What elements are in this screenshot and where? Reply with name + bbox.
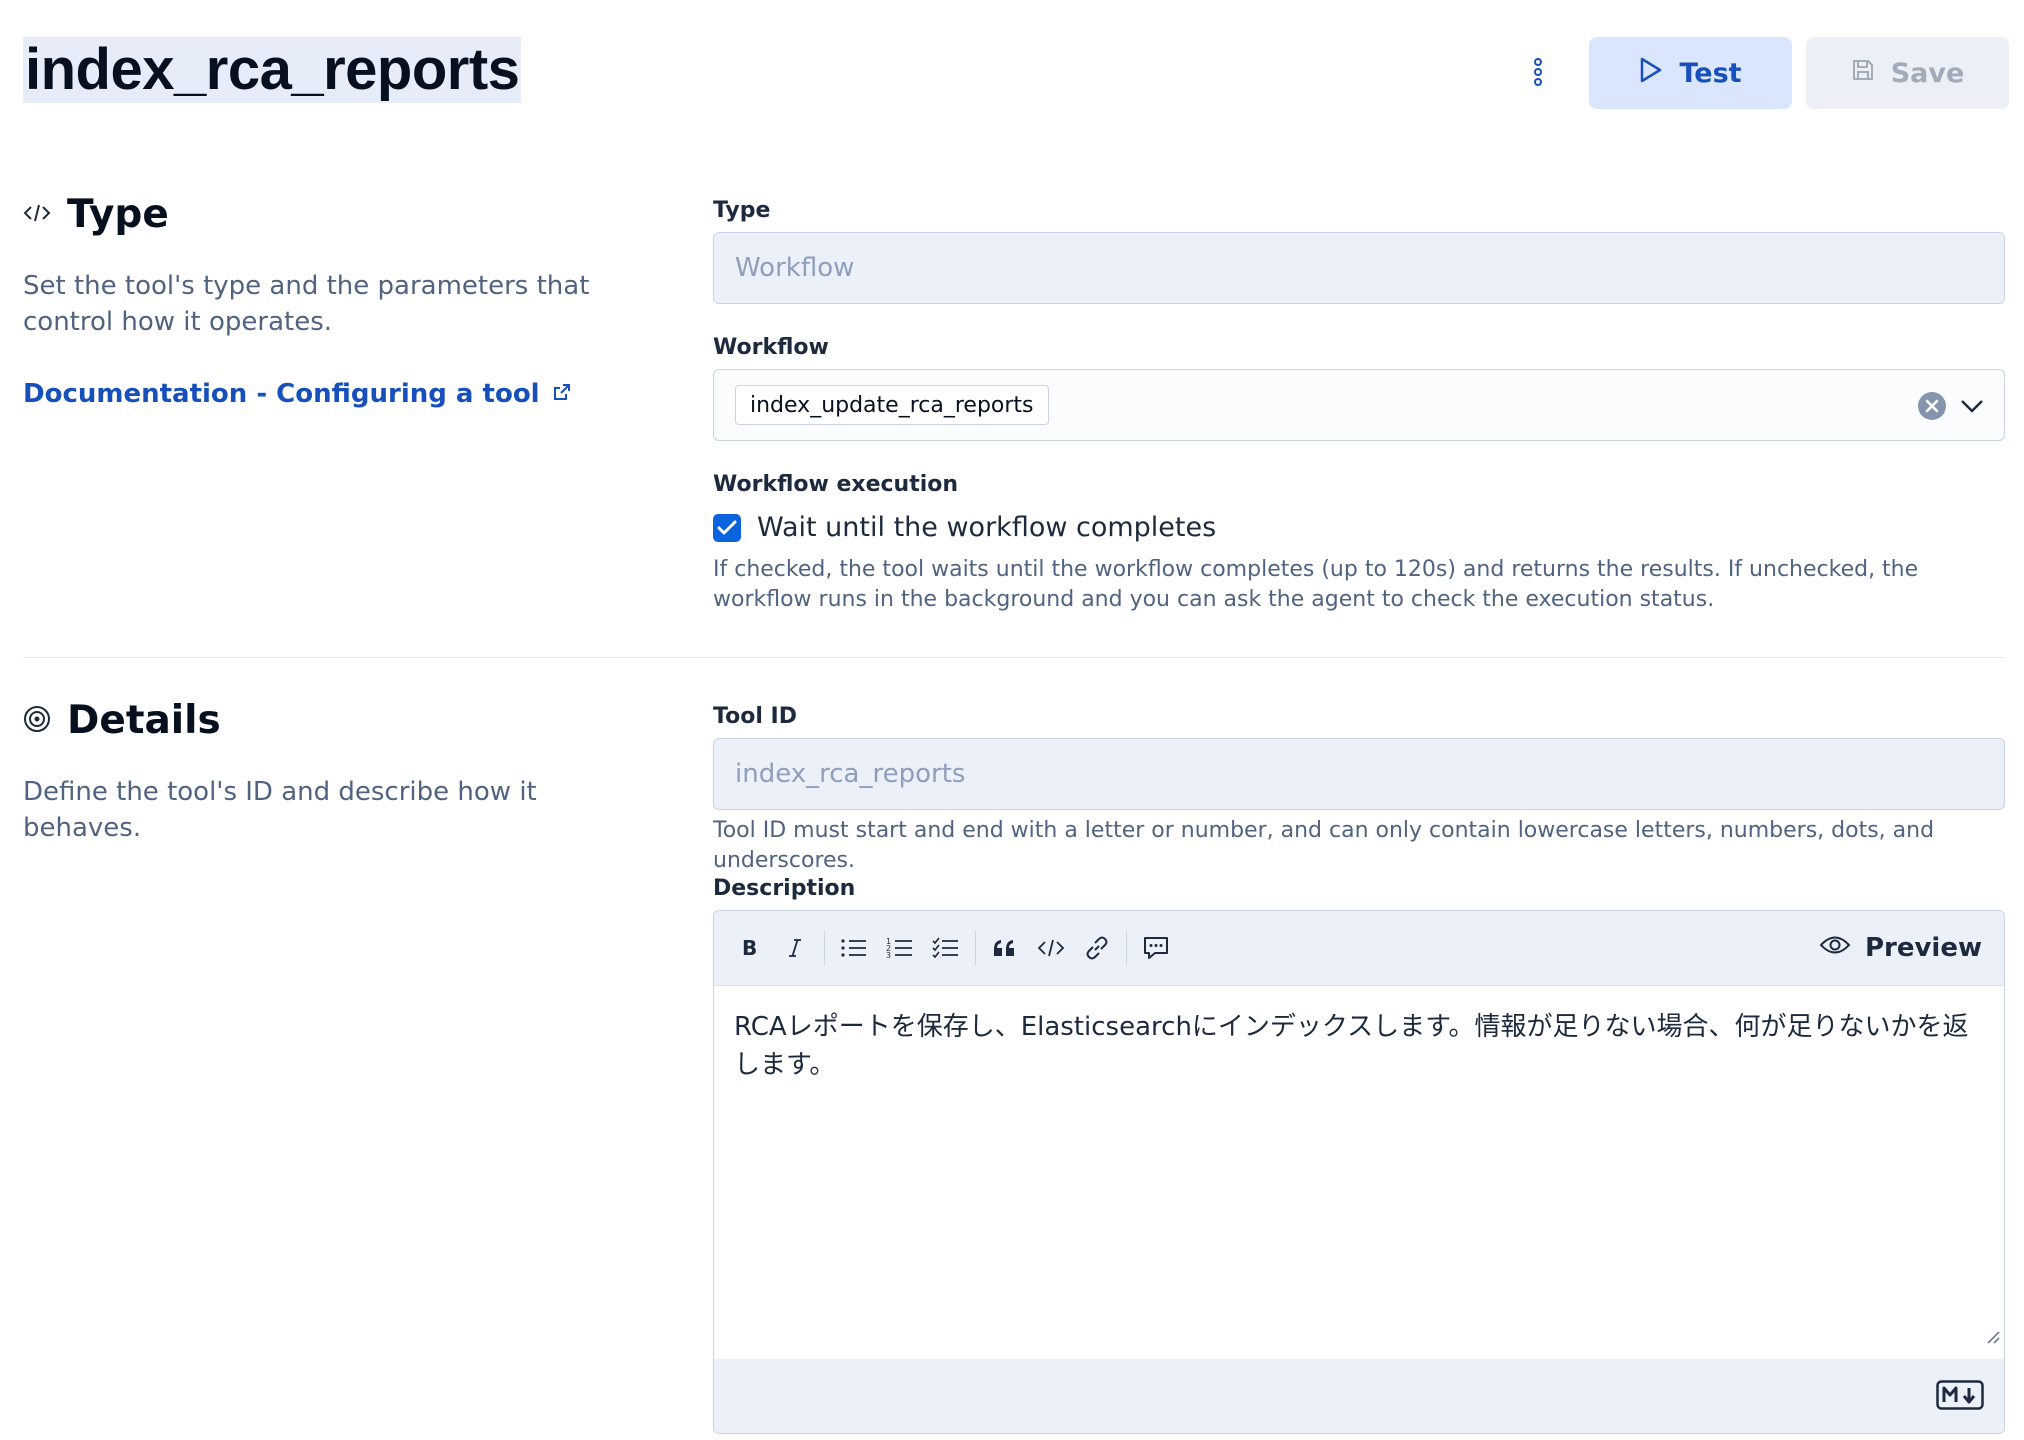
comment-icon[interactable] xyxy=(1133,925,1179,971)
numbered-list-icon[interactable]: 1 2 3 xyxy=(877,925,923,971)
wait-help-text: If checked, the tool waits until the wor… xyxy=(713,557,1919,612)
chevron-down-icon[interactable] xyxy=(1959,394,1985,422)
type-field: Workflow xyxy=(713,232,2005,304)
documentation-link-label: Documentation - Configuring a tool xyxy=(23,379,540,409)
editor-footer xyxy=(714,1359,2004,1433)
wait-checkbox-row[interactable]: Wait until the workflow completes xyxy=(713,512,1216,543)
type-field-value: Workflow xyxy=(735,253,855,283)
toolbar-divider xyxy=(1126,931,1127,965)
details-section-description: Define the tool's ID and describe how it… xyxy=(23,777,537,843)
test-button-label: Test xyxy=(1679,57,1742,89)
tool-id-help-text: Tool ID must start and end with a letter… xyxy=(713,818,1935,873)
tool-id-value: index_rca_reports xyxy=(735,759,966,789)
preview-button[interactable]: Preview xyxy=(1819,911,1982,985)
play-icon xyxy=(1639,57,1663,90)
link-icon[interactable] xyxy=(1074,925,1120,971)
external-link-icon xyxy=(552,379,572,409)
wait-checkbox-label: Wait until the workflow completes xyxy=(757,512,1217,543)
more-actions-button[interactable] xyxy=(1520,52,1556,96)
workflow-label: Workflow xyxy=(713,335,829,360)
preview-button-label: Preview xyxy=(1864,933,1982,963)
wait-checkbox[interactable] xyxy=(713,513,741,542)
tool-id-label: Tool ID xyxy=(713,704,797,729)
clear-icon[interactable] xyxy=(1918,392,1946,424)
bold-icon[interactable]: B xyxy=(726,925,772,971)
description-textarea[interactable]: RCAレポートを保存し、Elasticsearchにインデックスします。情報が足… xyxy=(714,986,2004,1359)
svg-text:3: 3 xyxy=(886,951,891,960)
type-section-description: Set the tool's type and the parameters t… xyxy=(23,271,590,337)
vertical-dots-icon xyxy=(1533,58,1543,90)
italic-icon[interactable] xyxy=(772,925,818,971)
description-label: Description xyxy=(713,876,856,901)
toolbar-divider xyxy=(824,931,825,965)
type-section-header: Type xyxy=(23,192,169,237)
code-icon[interactable] xyxy=(1028,925,1074,971)
bullet-list-icon[interactable] xyxy=(831,925,877,971)
checkmark-icon xyxy=(717,520,737,534)
details-section-header: Details xyxy=(23,698,221,743)
task-list-icon[interactable] xyxy=(923,925,969,971)
section-divider xyxy=(23,657,2005,658)
save-icon xyxy=(1851,58,1875,89)
type-label: Type xyxy=(713,198,771,223)
page-title[interactable]: index_rca_reports xyxy=(23,37,522,103)
editor-toolbar: B 1 2 3 Preview xyxy=(714,911,2004,986)
workflow-combobox[interactable]: index_update_rca_reports xyxy=(713,369,2005,441)
tool-id-field: index_rca_reports xyxy=(713,738,2005,810)
eye-icon xyxy=(1819,933,1851,963)
svg-text:B: B xyxy=(742,937,757,959)
description-text: RCAレポートを保存し、Elasticsearchにインデックスします。情報が足… xyxy=(734,1012,1969,1080)
quote-icon[interactable] xyxy=(982,925,1028,971)
markdown-icon xyxy=(1936,1380,1984,1414)
target-icon xyxy=(23,705,51,737)
save-button[interactable]: Save xyxy=(1806,37,2009,109)
resize-handle-icon[interactable] xyxy=(1984,1317,2000,1355)
details-section-title: Details xyxy=(67,698,221,743)
toolbar-divider xyxy=(975,931,976,965)
documentation-link[interactable]: Documentation - Configuring a tool xyxy=(23,379,572,409)
markdown-editor: B 1 2 3 Preview RCAレポートを保存し、Elasticsearc… xyxy=(713,910,2005,1434)
test-button[interactable]: Test xyxy=(1589,37,1792,109)
type-section-title: Type xyxy=(67,192,169,237)
selected-workflow-pill: index_update_rca_reports xyxy=(735,385,1049,425)
workflow-execution-label: Workflow execution xyxy=(713,472,959,497)
save-button-label: Save xyxy=(1890,57,1965,89)
code-icon xyxy=(23,203,51,227)
